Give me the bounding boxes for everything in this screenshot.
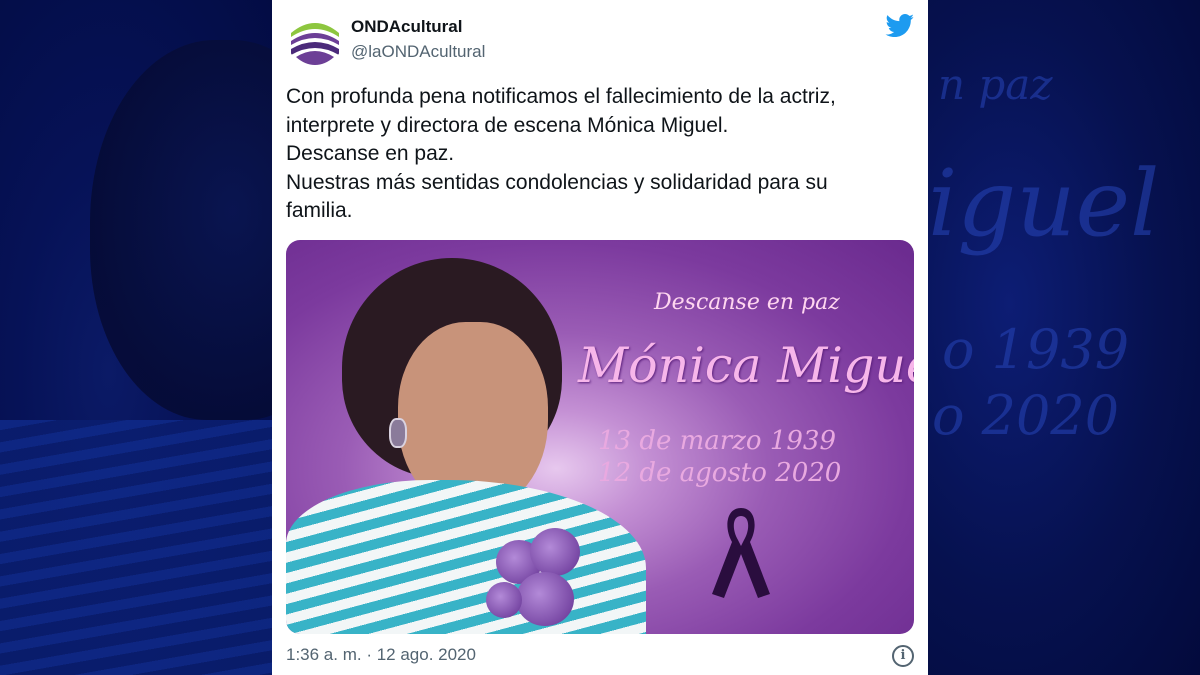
background-ghost-text: o 2020	[932, 384, 1120, 447]
background-right-blur: n paz iguel o 1939 o 2020	[928, 0, 1200, 675]
background-ghost-text: n paz	[938, 60, 1053, 109]
mourning-ribbon-icon	[706, 502, 776, 602]
twitter-bird-icon[interactable]	[885, 14, 915, 38]
tweet-text-line: interprete y directora de escena Mónica …	[286, 113, 729, 137]
media-name: Mónica Miguel	[578, 337, 914, 394]
info-circle-icon[interactable]: i	[892, 645, 914, 667]
media-birth-date: 13 de marzo 1939	[598, 426, 837, 456]
tweet-text-line: Descanse en paz.	[286, 142, 455, 165]
portrait-earring	[389, 418, 407, 448]
background-ghost-text: iguel	[928, 150, 1160, 257]
background-left-blur	[0, 0, 272, 675]
media-death-date: 12 de agosto 2020	[598, 458, 842, 488]
tweet-text-line: familia.	[286, 199, 353, 222]
ondacultural-logo	[288, 12, 342, 66]
author-name[interactable]: ONDAcultural	[351, 17, 462, 37]
background-ghost-text: o 1939	[942, 318, 1130, 381]
author-avatar[interactable]	[287, 11, 343, 67]
media-caption-rip: Descanse en paz	[654, 290, 840, 315]
portrait-shirt	[286, 480, 646, 634]
background-shirt-blur	[0, 420, 272, 675]
tweet-text-line: Nuestras más sentidas condolencias y sol…	[286, 170, 828, 194]
tweet-text-line: Con profunda pena notificamos el falleci…	[286, 85, 836, 108]
tweet-timestamp[interactable]: 1:36 a. m. · 12 ago. 2020	[286, 645, 476, 665]
background-face-blur	[90, 40, 272, 420]
flowers-bouquet	[486, 520, 586, 630]
tweet-media-image[interactable]: Descanse en paz Mónica Miguel 13 de marz…	[286, 240, 914, 634]
author-handle[interactable]: @laONDAcultural	[351, 42, 485, 62]
tweet-text: Con profunda pena notificamos el falleci…	[286, 83, 906, 226]
